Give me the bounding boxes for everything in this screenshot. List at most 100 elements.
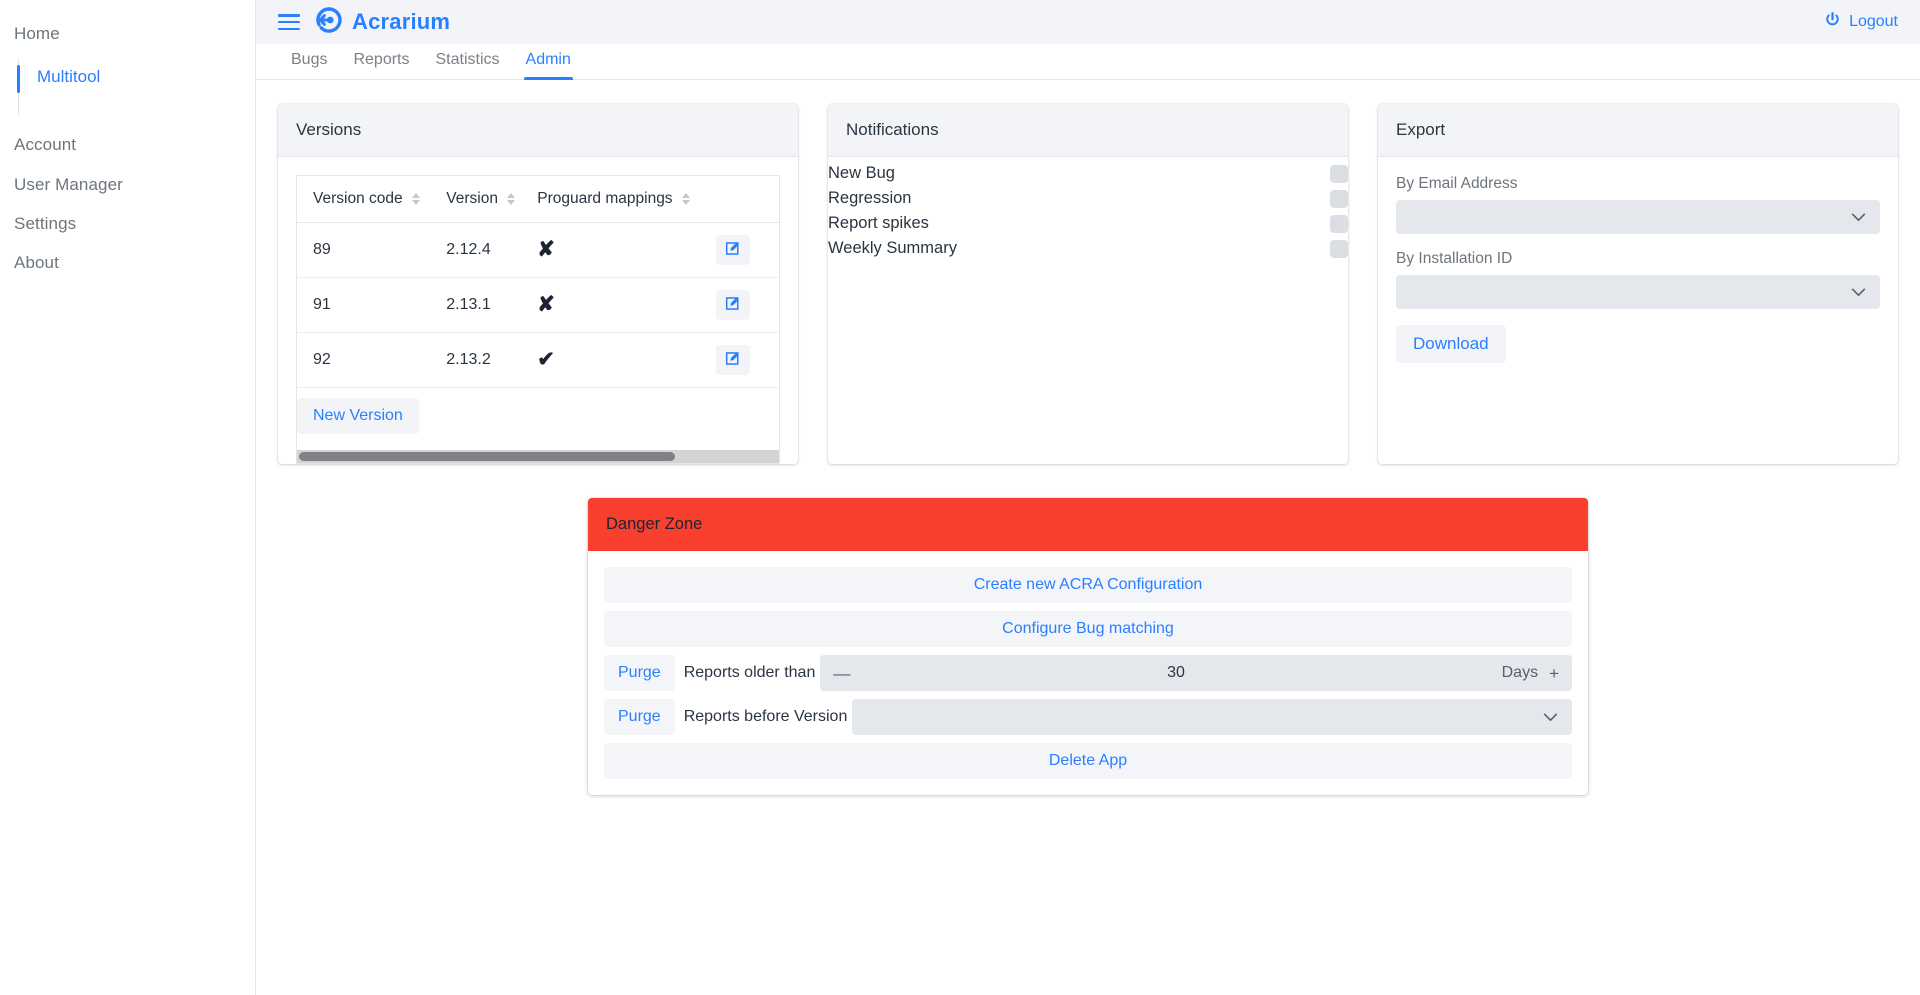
notification-checkbox-regression[interactable] xyxy=(1330,189,1348,208)
notification-checkbox-new-bug[interactable] xyxy=(1330,164,1348,183)
purge-reports-before-version-row: Purge Reports before Version xyxy=(604,699,1572,735)
tab-admin[interactable]: Admin xyxy=(513,51,584,80)
sidebar-active-rail xyxy=(17,59,20,116)
logout-button[interactable]: Logout xyxy=(1824,11,1898,33)
tab-reports[interactable]: Reports xyxy=(340,51,422,79)
danger-zone-body: Create new ACRA Configuration Configure … xyxy=(588,551,1588,795)
sidebar-item-home[interactable]: Home xyxy=(0,14,255,53)
sort-updown-icon[interactable] xyxy=(506,193,515,205)
export-email-label: By Email Address xyxy=(1396,175,1518,192)
proguard-cross-icon: ✘ xyxy=(537,293,555,316)
edit-version-button[interactable] xyxy=(716,345,751,375)
purge-version-select[interactable] xyxy=(852,699,1572,735)
export-card: Export By Email Address By Installation … xyxy=(1378,104,1898,464)
new-version-button[interactable]: New Version xyxy=(297,398,419,434)
brand[interactable]: Acrarium xyxy=(316,6,450,38)
export-card-title: Export xyxy=(1378,104,1898,157)
table-row[interactable]: 89 2.12.4 ✘ xyxy=(297,222,779,278)
cell-version: 2.12.4 xyxy=(446,222,538,278)
col-header-actions xyxy=(716,176,779,223)
notification-label: New Bug xyxy=(828,164,895,182)
sidebar-item-user-manager[interactable]: User Manager xyxy=(0,165,255,204)
chevron-down-icon xyxy=(1543,710,1558,725)
versions-card-title: Versions xyxy=(278,104,798,157)
list-item: Report spikes xyxy=(828,211,1348,236)
tab-bugs[interactable]: Bugs xyxy=(278,51,340,79)
export-installation-label: By Installation ID xyxy=(1396,250,1513,267)
chevron-down-icon xyxy=(1851,285,1866,300)
topbar: Acrarium Logout xyxy=(256,0,1920,44)
sidebar-subgroup: Multitool xyxy=(0,59,255,116)
chevron-down-icon xyxy=(1851,210,1866,225)
logout-label: Logout xyxy=(1849,13,1898,30)
sidebar-item-about[interactable]: About xyxy=(0,243,255,282)
col-header-version-code-label: Version code xyxy=(313,190,403,207)
purge-older-label: Reports older than xyxy=(683,664,816,681)
export-email-select[interactable] xyxy=(1396,200,1880,234)
sidebar-item-account[interactable]: Account xyxy=(0,125,255,164)
table-row[interactable]: 92 2.13.2 ✔ xyxy=(297,332,779,388)
app-root: Home Multitool Account User Manager Sett… xyxy=(0,0,1920,995)
delete-app-button[interactable]: Delete App xyxy=(604,743,1572,779)
sidebar: Home Multitool Account User Manager Sett… xyxy=(0,0,256,995)
purge-version-label: Reports before Version xyxy=(683,708,848,725)
cell-version: 2.13.2 xyxy=(446,332,538,388)
main-region: Acrarium Logout Bugs Reports Statistics … xyxy=(256,0,1920,995)
notification-checkbox-weekly-summary[interactable] xyxy=(1330,239,1348,258)
list-item: Regression xyxy=(828,186,1348,211)
col-header-proguard[interactable]: Proguard mappings xyxy=(537,176,717,223)
sort-updown-icon[interactable] xyxy=(411,193,420,205)
cell-version-code: 91 xyxy=(297,277,447,333)
stepper-unit-label: Days xyxy=(1501,664,1539,681)
cell-version: 2.13.1 xyxy=(446,277,538,333)
tab-statistics[interactable]: Statistics xyxy=(423,51,513,79)
download-button[interactable]: Download xyxy=(1396,325,1506,363)
export-form: By Email Address By Installation ID Down… xyxy=(1378,157,1898,381)
content-area: Versions Version code Version Proguard m… xyxy=(256,80,1920,995)
sidebar-item-settings[interactable]: Settings xyxy=(0,204,255,243)
danger-zone-title: Danger Zone xyxy=(588,498,1588,551)
purge-older-button[interactable]: Purge xyxy=(604,655,675,691)
stepper-decrement-button[interactable]: — xyxy=(833,665,850,682)
stepper-value[interactable]: 30 xyxy=(850,664,1501,682)
danger-zone-wrap: Danger Zone Create new ACRA Configuratio… xyxy=(278,498,1898,795)
edit-pencil-icon xyxy=(725,350,742,370)
purge-version-button[interactable]: Purge xyxy=(604,699,675,735)
edit-version-button[interactable] xyxy=(716,235,751,265)
col-header-proguard-label: Proguard mappings xyxy=(537,190,673,207)
sort-updown-icon[interactable] xyxy=(681,193,690,205)
notifications-card-title: Notifications xyxy=(828,104,1348,157)
versions-horizontal-scrollbar[interactable] xyxy=(296,450,780,464)
notification-label: Report spikes xyxy=(828,214,929,232)
cell-version-code: 89 xyxy=(297,222,447,278)
configure-bug-matching-button[interactable]: Configure Bug matching xyxy=(604,611,1572,647)
versions-table: Version code Version Proguard mappings 8… xyxy=(297,176,779,446)
table-row[interactable]: 91 2.13.1 ✘ xyxy=(297,277,779,333)
versions-card: Versions Version code Version Proguard m… xyxy=(278,104,798,464)
acrarium-logo-icon xyxy=(316,6,342,38)
versions-header-row: Version code Version Proguard mappings xyxy=(297,176,779,223)
edit-version-button[interactable] xyxy=(716,290,751,320)
stepper-increment-button[interactable]: + xyxy=(1549,665,1559,682)
notification-checkbox-report-spikes[interactable] xyxy=(1330,214,1348,233)
edit-pencil-icon xyxy=(725,240,742,260)
versions-table-body: 89 2.12.4 ✘ 91 2.13.1 ✘ 92 2.13.2 ✔ New … xyxy=(297,222,779,447)
scrollbar-thumb[interactable] xyxy=(299,452,675,461)
cell-version-code: 92 xyxy=(297,332,447,388)
new-version-row: New Version xyxy=(297,388,779,447)
power-icon xyxy=(1824,11,1841,33)
col-header-version-code[interactable]: Version code xyxy=(297,176,447,223)
list-item: New Bug xyxy=(828,161,1348,186)
sidebar-item-multitool[interactable]: Multitool xyxy=(19,59,100,115)
col-header-version-label: Version xyxy=(446,190,498,207)
notification-label: Regression xyxy=(828,189,912,207)
hamburger-icon[interactable] xyxy=(278,14,300,30)
versions-table-wrap: Version code Version Proguard mappings 8… xyxy=(296,175,780,450)
proguard-cross-icon: ✘ xyxy=(537,238,555,261)
edit-pencil-icon xyxy=(725,295,742,315)
col-header-version[interactable]: Version xyxy=(446,176,538,223)
export-installation-select[interactable] xyxy=(1396,275,1880,309)
create-acra-configuration-button[interactable]: Create new ACRA Configuration xyxy=(604,567,1572,603)
list-item: Weekly Summary xyxy=(828,236,1348,261)
danger-zone-card: Danger Zone Create new ACRA Configuratio… xyxy=(588,498,1588,795)
